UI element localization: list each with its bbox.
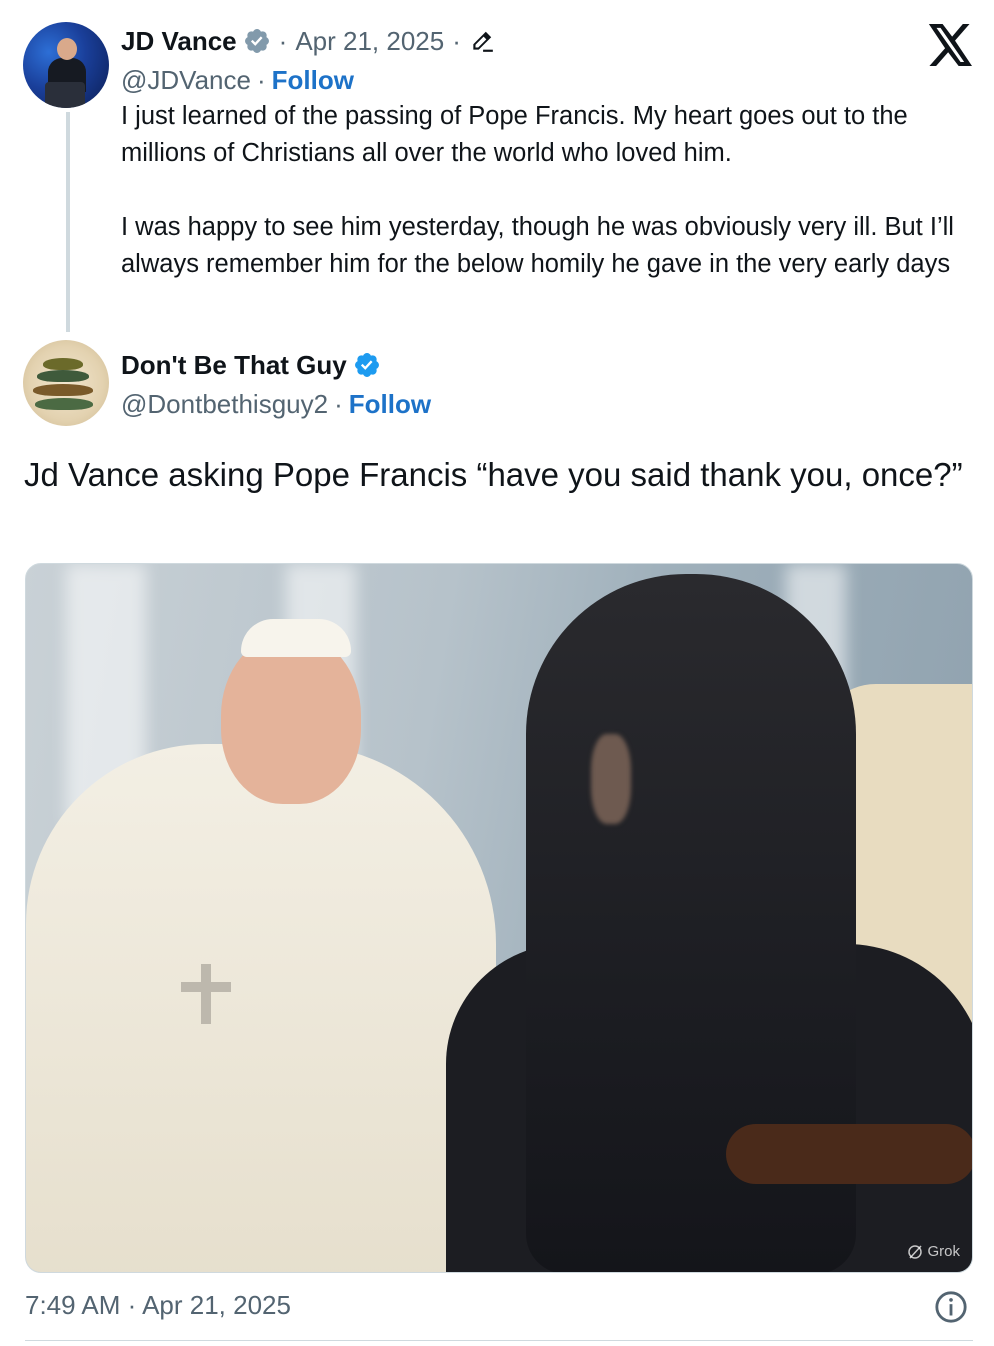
quoted-tweet-header: JD Vance · Apr 21, 2025 · — [121, 24, 495, 58]
quoted-tweet-handle-row: @JDVance · Follow — [121, 62, 354, 98]
verified-badge-gray-icon — [244, 29, 269, 53]
avatar-figure-head — [57, 38, 77, 60]
avatar-turtle-shape — [37, 370, 89, 382]
avatar-turtle-shape — [33, 384, 93, 396]
author-handle[interactable]: @Dontbethisguy2 — [121, 389, 328, 420]
grok-watermark: Grok — [907, 1243, 960, 1260]
info-icon[interactable] — [934, 1290, 968, 1324]
white-robed-figure — [26, 744, 496, 1272]
grok-icon — [908, 1244, 923, 1259]
x-logo-icon[interactable] — [928, 24, 974, 66]
hooded-face — [591, 734, 631, 824]
verified-badge-icon — [354, 353, 379, 377]
pectoral-cross — [201, 964, 211, 1024]
pencil-icon[interactable] — [469, 28, 495, 54]
tweet-text: Jd Vance asking Pope Francis “have you s… — [24, 456, 963, 493]
avatar-turtle-shape — [43, 358, 83, 370]
quoted-tweet-text: I just learned of the passing of Pope Fr… — [121, 98, 971, 283]
tweet-card: JD Vance · Apr 21, 2025 · @JDVance · Fol… — [0, 0, 994, 1346]
quoted-author-name[interactable]: JD Vance — [121, 26, 237, 57]
quoted-tweet-date[interactable]: Apr 21, 2025 — [295, 26, 444, 57]
dot-separator: · — [334, 388, 343, 419]
quoted-author-handle[interactable]: @JDVance — [121, 65, 251, 96]
tweet-timestamp[interactable]: 7:49 AM · Apr 21, 2025 — [25, 1290, 291, 1321]
quoted-tweet-paragraph-1: I just learned of the passing of Pope Fr… — [121, 102, 908, 167]
quoted-tweet-paragraph-2: I was happy to see him yesterday, though… — [121, 213, 954, 278]
thread-connector-line — [66, 112, 70, 332]
avatar-dont-be-that-guy[interactable] — [23, 340, 109, 426]
avatar-turtle-shape — [35, 398, 93, 410]
dot-separator: · — [452, 25, 461, 56]
tweet-media-image[interactable]: Grok — [25, 563, 973, 1273]
follow-button[interactable]: Follow — [349, 389, 431, 420]
divider — [25, 1340, 973, 1341]
dot-separator: · — [256, 64, 266, 95]
tweet-handle-row: @Dontbethisguy2 · Follow — [121, 386, 431, 422]
figure-head — [221, 634, 361, 804]
dot-separator: · — [278, 25, 288, 56]
zucchetto-cap — [241, 619, 351, 657]
chair-armrest — [726, 1124, 972, 1184]
avatar-jd-vance[interactable] — [23, 22, 109, 108]
avatar-podium — [45, 82, 85, 108]
follow-button[interactable]: Follow — [272, 65, 354, 96]
grok-label: Grok — [927, 1243, 960, 1260]
author-name[interactable]: Don't Be That Guy — [121, 350, 347, 381]
tweet-header: Don't Be That Guy — [121, 346, 381, 384]
pectoral-cross-bar — [181, 982, 231, 992]
